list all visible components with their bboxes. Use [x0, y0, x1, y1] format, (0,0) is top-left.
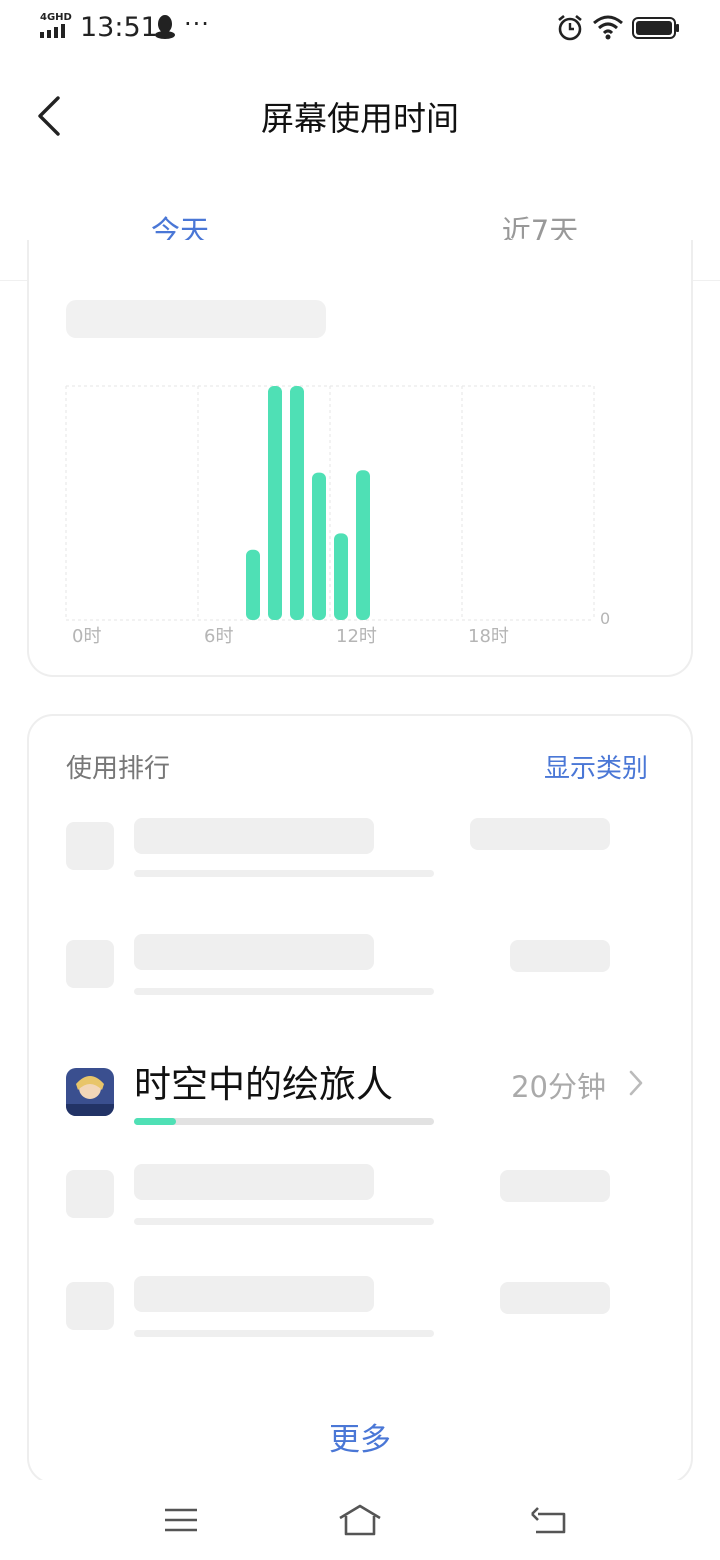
x-tick-label: 0时: [72, 626, 101, 647]
list-item-placeholder: [134, 1276, 374, 1312]
chart-bar: [268, 386, 282, 620]
list-item-placeholder: [510, 940, 610, 972]
list-item-placeholder: [500, 1170, 610, 1202]
list-item-placeholder: [134, 1218, 434, 1225]
menu-icon[interactable]: [157, 1500, 205, 1540]
x-axis-labels: 0时 6时 12时 18时: [72, 626, 509, 647]
list-item-placeholder: [134, 870, 434, 877]
x-tick-label: 12时: [336, 626, 377, 647]
app-usage-time: 20分钟: [511, 1070, 606, 1104]
hourly-usage-chart: 0时 6时 12时 18时 0: [65, 300, 610, 647]
app-name: 时空中的绘旅人: [134, 1063, 393, 1106]
chart-bar: [290, 386, 304, 620]
list-item-placeholder: [66, 1170, 114, 1218]
x-tick-label: 6时: [204, 626, 233, 647]
list-item-placeholder: [66, 940, 114, 988]
list-item-placeholder: [134, 1164, 374, 1200]
list-item-placeholder: [66, 822, 114, 870]
chevron-right-icon: [629, 1070, 643, 1096]
chart-bars: [246, 386, 370, 620]
app-icon: [66, 1068, 114, 1116]
list-item-placeholder: [134, 818, 374, 854]
app-usage-bar: [134, 1118, 434, 1125]
show-category-link[interactable]: 显示类别: [544, 748, 648, 785]
chart-bar: [246, 549, 260, 620]
chart-grid: [65, 385, 595, 621]
list-item-placeholder: [66, 1282, 114, 1330]
list-item-placeholder: [134, 988, 434, 995]
app-usage-bar-fill: [134, 1118, 176, 1125]
more-button[interactable]: 更多: [0, 1414, 720, 1459]
chart-bar: [312, 472, 326, 620]
list-item-placeholder: [500, 1282, 610, 1314]
ranking-title: 使用排行: [66, 754, 171, 784]
x-tick-label: 18时: [468, 626, 509, 647]
list-item-placeholder: [470, 818, 610, 850]
list-item-placeholder: [134, 934, 374, 970]
system-nav-bar: [0, 1480, 720, 1560]
y-tick-label: 0: [600, 609, 610, 628]
chart-bar: [356, 470, 370, 620]
list-item-placeholder: [134, 1330, 434, 1337]
chart-bar: [334, 533, 348, 620]
app-usage-row[interactable]: 时空中的绘旅人 20分钟: [30, 1054, 690, 1154]
home-icon[interactable]: [336, 1500, 384, 1540]
back-icon[interactable]: [524, 1500, 572, 1540]
chart-summary-placeholder: [66, 300, 326, 338]
